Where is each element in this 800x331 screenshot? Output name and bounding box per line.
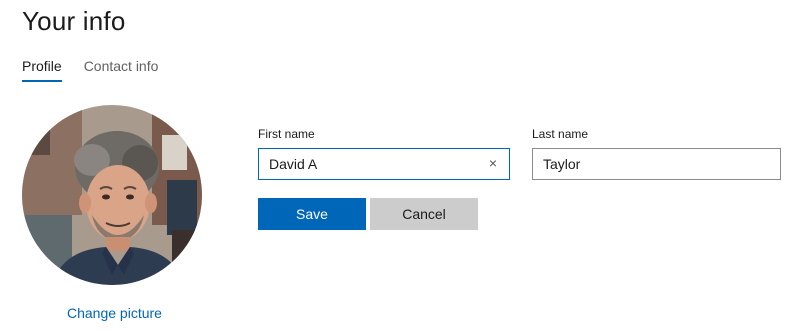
first-name-field[interactable] <box>258 148 510 180</box>
first-name-label: First name <box>258 127 315 141</box>
page-title: Your info <box>22 6 126 36</box>
tab-bar: Profile Contact info <box>22 58 158 82</box>
cancel-button[interactable]: Cancel <box>370 198 478 230</box>
change-picture-link[interactable]: Change picture <box>67 305 162 321</box>
last-name-field[interactable] <box>532 148 781 180</box>
save-button[interactable]: Save <box>258 198 366 230</box>
last-name-label: Last name <box>532 127 589 141</box>
tab-profile[interactable]: Profile <box>22 58 62 82</box>
tab-contact-info[interactable]: Contact info <box>84 58 159 82</box>
avatar[interactable] <box>22 105 202 285</box>
your-info-page: Your info Profile Contact info Change pi… <box>0 0 800 331</box>
profile-photo-icon <box>22 105 202 285</box>
clear-icon[interactable]: × <box>485 154 501 172</box>
